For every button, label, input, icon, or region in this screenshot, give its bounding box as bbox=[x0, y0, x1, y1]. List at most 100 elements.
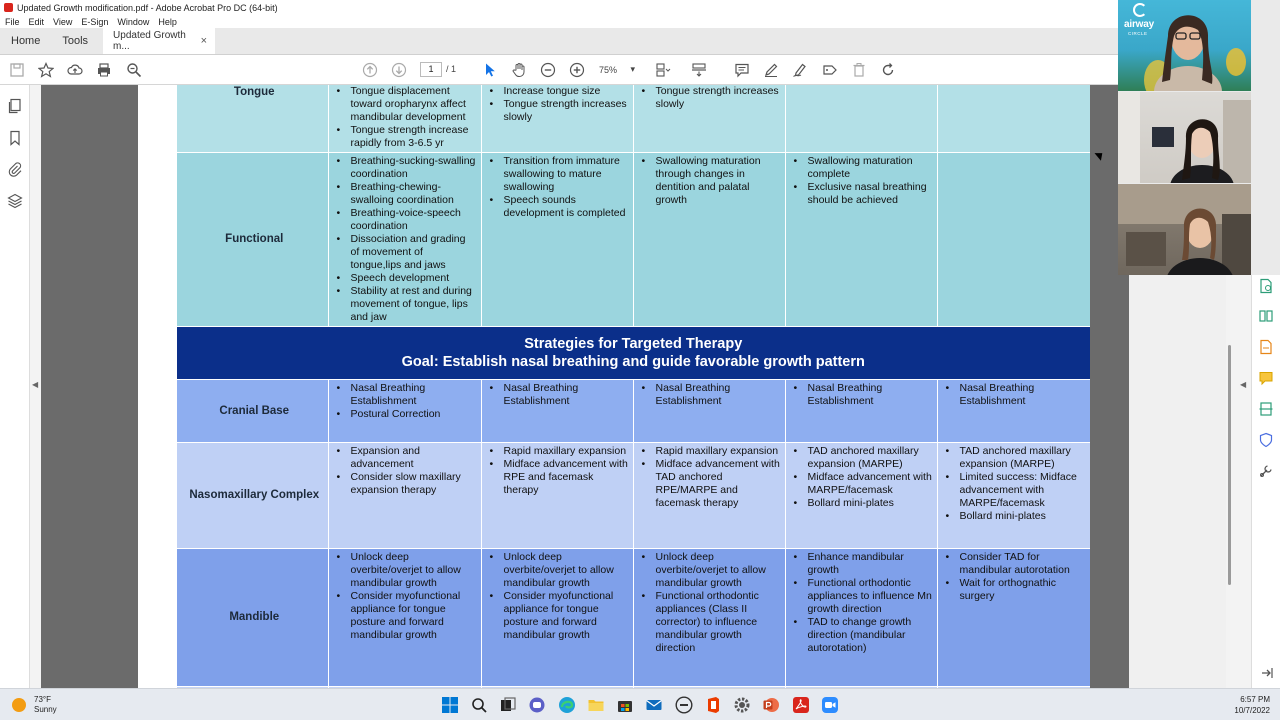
create-pdf-icon[interactable] bbox=[1258, 339, 1274, 355]
zoom-search-icon[interactable] bbox=[125, 61, 143, 79]
cloud-upload-icon[interactable] bbox=[66, 61, 84, 79]
left-navigation-rail bbox=[0, 85, 30, 688]
page-thumbnails-icon[interactable] bbox=[7, 98, 23, 114]
banner-goal: Goal: Establish nasal breathing and guid… bbox=[401, 354, 865, 370]
list-item: Functional orthodontic appliances to inf… bbox=[794, 577, 933, 616]
next-page-icon[interactable] bbox=[390, 61, 408, 79]
table-cell bbox=[937, 152, 1090, 327]
hand-tool-icon[interactable] bbox=[510, 61, 528, 79]
weather-widget[interactable]: 73°F Sunny bbox=[12, 695, 57, 715]
growth-therapy-table: Tongue Tongue displacement toward oropha… bbox=[177, 85, 1090, 688]
system-clock[interactable]: 6:57 PM 10/7/2022 bbox=[1218, 694, 1270, 716]
scrollbar-thumb[interactable] bbox=[1228, 345, 1231, 585]
zoom-out-icon[interactable] bbox=[539, 61, 557, 79]
table-cell: Rapid maxillary expansion Midface advanc… bbox=[633, 442, 786, 549]
video-tile-participant-2[interactable] bbox=[1118, 92, 1251, 183]
file-explorer-icon[interactable] bbox=[587, 696, 605, 714]
rotate-icon[interactable] bbox=[879, 61, 897, 79]
select-cursor-icon[interactable] bbox=[481, 61, 499, 79]
table-cell: Breathing-sucking-swalling coordination … bbox=[328, 152, 482, 327]
page-fit-icon[interactable] bbox=[654, 61, 672, 79]
attachment-icon[interactable] bbox=[7, 161, 23, 177]
list-item: Stability at rest and during movement of… bbox=[337, 285, 477, 324]
menu-bar: File Edit View E-Sign Window Help bbox=[0, 15, 1118, 28]
store-icon[interactable] bbox=[616, 696, 634, 714]
table-cell: Unlock deep overbite/overjet to allow ma… bbox=[633, 548, 786, 687]
strategy-banner: Strategies for Targeted Therapy Goal: Es… bbox=[177, 326, 1090, 380]
search-icon[interactable] bbox=[470, 696, 488, 714]
scroll-mode-icon[interactable] bbox=[690, 61, 708, 79]
document-viewport[interactable]: Tongue Tongue displacement toward oropha… bbox=[41, 85, 1129, 688]
print-icon[interactable] bbox=[95, 61, 113, 79]
list-item: Functional orthodontic appliances (Class… bbox=[642, 590, 781, 655]
table-cell: Nasal Breathing Establishment bbox=[937, 379, 1090, 443]
zoom-in-icon[interactable] bbox=[568, 61, 586, 79]
row-label-nasomaxillary-complex: Nasomaxillary Complex bbox=[177, 442, 329, 549]
tab-tools[interactable]: Tools bbox=[51, 28, 99, 54]
comment-icon[interactable] bbox=[733, 61, 751, 79]
powerpoint-icon[interactable] bbox=[762, 696, 780, 714]
list-item: Unlock deep overbite/overjet to allow ma… bbox=[337, 551, 477, 590]
list-item: Transition from immature swallowing to m… bbox=[490, 155, 629, 194]
list-item: Exclusive nasal breathing should be achi… bbox=[794, 181, 933, 207]
list-item: Nasal Breathing Establishment bbox=[794, 382, 933, 408]
export-pdf-icon[interactable] bbox=[1258, 278, 1274, 294]
highlight-pen-icon[interactable] bbox=[762, 61, 780, 79]
bookmark-icon[interactable] bbox=[7, 130, 23, 146]
tab-document[interactable]: Updated Growth m... × bbox=[103, 28, 216, 54]
star-icon[interactable] bbox=[37, 61, 55, 79]
list-item: Consider TAD for mandibular autorotation bbox=[946, 551, 1086, 577]
settings-gear-icon[interactable] bbox=[733, 696, 751, 714]
organize-pages-icon[interactable] bbox=[1258, 308, 1274, 324]
menu-esign[interactable]: E-Sign bbox=[81, 17, 108, 27]
task-view-icon[interactable] bbox=[499, 696, 517, 714]
dell-icon[interactable] bbox=[675, 696, 693, 714]
office-icon[interactable] bbox=[704, 696, 722, 714]
page-total: / 1 bbox=[446, 64, 457, 74]
previous-page-icon[interactable] bbox=[361, 61, 379, 79]
layers-icon[interactable] bbox=[7, 193, 23, 209]
menu-file[interactable]: File bbox=[5, 17, 20, 27]
protect-shield-icon[interactable] bbox=[1258, 432, 1274, 448]
edit-tag-icon[interactable] bbox=[821, 61, 839, 79]
participant-1-figure bbox=[1144, 15, 1246, 91]
comment-tool-icon[interactable] bbox=[1258, 370, 1274, 386]
menu-edit[interactable]: Edit bbox=[29, 17, 45, 27]
page-number-input[interactable]: 1 bbox=[420, 62, 442, 77]
list-item: Tongue strength increases slowly bbox=[490, 98, 629, 124]
sign-pen-icon[interactable] bbox=[791, 61, 809, 79]
edge-browser-icon[interactable] bbox=[558, 696, 576, 714]
mail-icon[interactable] bbox=[645, 696, 663, 714]
chat-icon[interactable] bbox=[528, 696, 546, 714]
windows-start-icon[interactable] bbox=[441, 696, 459, 714]
more-tools-icon[interactable] bbox=[1258, 463, 1274, 479]
close-icon[interactable]: × bbox=[201, 35, 207, 47]
menu-help[interactable]: Help bbox=[158, 17, 177, 27]
vertical-scrollbar[interactable] bbox=[1226, 275, 1234, 688]
zoom-level-dropdown[interactable]: 75% ▾ bbox=[596, 62, 638, 77]
acrobat-taskbar-icon[interactable] bbox=[792, 696, 810, 714]
participant-3-figure bbox=[1118, 184, 1251, 275]
list-item: Swallowing maturation through changes in… bbox=[642, 155, 781, 207]
expand-panel-icon[interactable] bbox=[1258, 665, 1274, 681]
list-item: Consider myofunctional appliance for ton… bbox=[490, 590, 629, 642]
save-icon[interactable] bbox=[8, 61, 26, 79]
menu-view[interactable]: View bbox=[53, 17, 72, 27]
list-item: TAD to change growth direction (mandibul… bbox=[794, 616, 933, 655]
scan-ocr-icon[interactable] bbox=[1258, 401, 1274, 417]
list-item: Unlock deep overbite/overjet to allow ma… bbox=[642, 551, 781, 590]
table-cell: TAD anchored maxillary expansion (MARPE)… bbox=[785, 442, 938, 549]
collapse-right-panel-icon[interactable]: ◀ bbox=[1240, 380, 1246, 389]
list-item: Unlock deep overbite/overjet to allow ma… bbox=[490, 551, 629, 590]
table-cell: Nasal Breathing Establishment bbox=[481, 379, 634, 443]
zoom-meeting-icon[interactable] bbox=[821, 696, 839, 714]
menu-window[interactable]: Window bbox=[117, 17, 149, 27]
table-cell: Tongue displacement toward oropharynx af… bbox=[328, 85, 482, 153]
video-tile-participant-1[interactable]: airway CIRCLE bbox=[1118, 0, 1251, 91]
video-tile-participant-3[interactable] bbox=[1118, 184, 1251, 275]
tab-home[interactable]: Home bbox=[0, 28, 51, 54]
list-item: Nasal Breathing Establishment bbox=[946, 382, 1086, 408]
collapse-left-panel-icon[interactable]: ◀ bbox=[32, 380, 38, 389]
tab-document-label: Updated Growth m... bbox=[113, 30, 186, 52]
delete-icon[interactable] bbox=[850, 61, 868, 79]
